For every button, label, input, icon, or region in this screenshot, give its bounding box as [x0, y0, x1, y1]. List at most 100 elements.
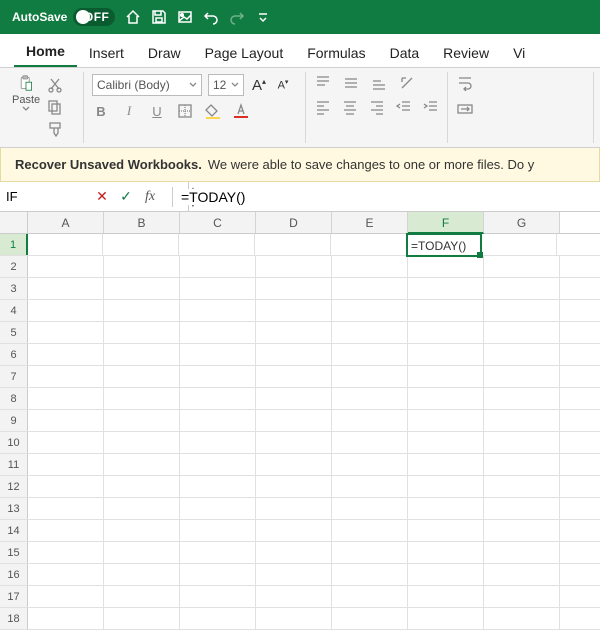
cell-F15[interactable] [408, 542, 484, 563]
tab-formulas[interactable]: Formulas [295, 37, 377, 67]
cell-E17[interactable] [332, 586, 408, 607]
cell-F11[interactable] [408, 454, 484, 475]
cell-G2[interactable] [484, 256, 560, 277]
cell-D3[interactable] [256, 278, 332, 299]
cell-D18[interactable] [256, 608, 332, 629]
cell-G11[interactable] [484, 454, 560, 475]
cell-E10[interactable] [332, 432, 408, 453]
cell-D16[interactable] [256, 564, 332, 585]
merge-cells-icon[interactable] [456, 100, 474, 118]
cell-F7[interactable] [408, 366, 484, 387]
align-middle-icon[interactable] [342, 74, 360, 92]
cell-B3[interactable] [104, 278, 180, 299]
cell-C5[interactable] [180, 322, 256, 343]
cell-C6[interactable] [180, 344, 256, 365]
wrap-text-icon[interactable] [456, 74, 474, 92]
autosave-toggle[interactable]: OFF [73, 8, 115, 26]
column-header-F[interactable]: F [408, 212, 484, 234]
cell-F13[interactable] [408, 498, 484, 519]
cell-D13[interactable] [256, 498, 332, 519]
tab-home[interactable]: Home [14, 35, 77, 67]
column-header-B[interactable]: B [104, 212, 180, 233]
save-icon[interactable] [151, 9, 167, 25]
row-header-10[interactable]: 10 [0, 432, 28, 453]
cell-A18[interactable] [28, 608, 104, 629]
column-header-D[interactable]: D [256, 212, 332, 233]
cell-A8[interactable] [28, 388, 104, 409]
cell-E1[interactable] [331, 234, 407, 255]
tab-data[interactable]: Data [378, 37, 432, 67]
cell-C8[interactable] [180, 388, 256, 409]
cell-F17[interactable] [408, 586, 484, 607]
cut-icon[interactable] [46, 76, 64, 94]
cell-A14[interactable] [28, 520, 104, 541]
cell-F10[interactable] [408, 432, 484, 453]
underline-button[interactable]: U [148, 104, 166, 119]
cell-C17[interactable] [180, 586, 256, 607]
insert-icon[interactable] [177, 9, 193, 25]
cell-G16[interactable] [484, 564, 560, 585]
cell-C9[interactable] [180, 410, 256, 431]
cell-F8[interactable] [408, 388, 484, 409]
cell-C15[interactable] [180, 542, 256, 563]
cell-A12[interactable] [28, 476, 104, 497]
align-top-icon[interactable] [314, 74, 332, 92]
tab-draw[interactable]: Draw [136, 37, 193, 67]
tab-review[interactable]: Review [431, 37, 501, 67]
cell-G3[interactable] [484, 278, 560, 299]
row-header-2[interactable]: 2 [0, 256, 28, 277]
cell-A13[interactable] [28, 498, 104, 519]
home-icon[interactable] [125, 9, 141, 25]
italic-button[interactable]: I [120, 103, 138, 119]
row-header-6[interactable]: 6 [0, 344, 28, 365]
cell-D8[interactable] [256, 388, 332, 409]
column-header-A[interactable]: A [28, 212, 104, 233]
cell-F5[interactable] [408, 322, 484, 343]
cell-C12[interactable] [180, 476, 256, 497]
cell-D14[interactable] [256, 520, 332, 541]
cell-D12[interactable] [256, 476, 332, 497]
row-header-3[interactable]: 3 [0, 278, 28, 299]
cell-C16[interactable] [180, 564, 256, 585]
row-header-7[interactable]: 7 [0, 366, 28, 387]
cell-G8[interactable] [484, 388, 560, 409]
confirm-button[interactable]: ✓ [116, 187, 136, 207]
cell-C3[interactable] [180, 278, 256, 299]
cell-F18[interactable] [408, 608, 484, 629]
row-header-13[interactable]: 13 [0, 498, 28, 519]
cell-B1[interactable] [103, 234, 179, 255]
cell-E14[interactable] [332, 520, 408, 541]
row-header-4[interactable]: 4 [0, 300, 28, 321]
autosave-control[interactable]: AutoSave OFF [12, 8, 115, 26]
font-name-dropdown[interactable]: Calibri (Body) [92, 74, 202, 96]
cell-F6[interactable] [408, 344, 484, 365]
cell-E13[interactable] [332, 498, 408, 519]
row-header-1[interactable]: 1 [0, 234, 28, 255]
cell-B6[interactable] [104, 344, 180, 365]
row-header-12[interactable]: 12 [0, 476, 28, 497]
cell-B16[interactable] [104, 564, 180, 585]
cell-G10[interactable] [484, 432, 560, 453]
cell-B7[interactable] [104, 366, 180, 387]
cell-D1[interactable] [255, 234, 331, 255]
qat-overflow-icon[interactable] [255, 9, 271, 25]
cell-C7[interactable] [180, 366, 256, 387]
cell-D2[interactable] [256, 256, 332, 277]
cell-B14[interactable] [104, 520, 180, 541]
cell-F4[interactable] [408, 300, 484, 321]
cell-F1[interactable]: =TODAY() [406, 233, 482, 257]
cell-C1[interactable] [179, 234, 255, 255]
row-header-14[interactable]: 14 [0, 520, 28, 541]
row-header-15[interactable]: 15 [0, 542, 28, 563]
cell-A9[interactable] [28, 410, 104, 431]
cell-F9[interactable] [408, 410, 484, 431]
tab-view[interactable]: Vi [501, 37, 537, 67]
column-header-C[interactable]: C [180, 212, 256, 233]
cell-B5[interactable] [104, 322, 180, 343]
align-right-icon[interactable] [368, 98, 385, 116]
cell-B4[interactable] [104, 300, 180, 321]
cell-C2[interactable] [180, 256, 256, 277]
row-header-8[interactable]: 8 [0, 388, 28, 409]
row-header-16[interactable]: 16 [0, 564, 28, 585]
cell-B15[interactable] [104, 542, 180, 563]
